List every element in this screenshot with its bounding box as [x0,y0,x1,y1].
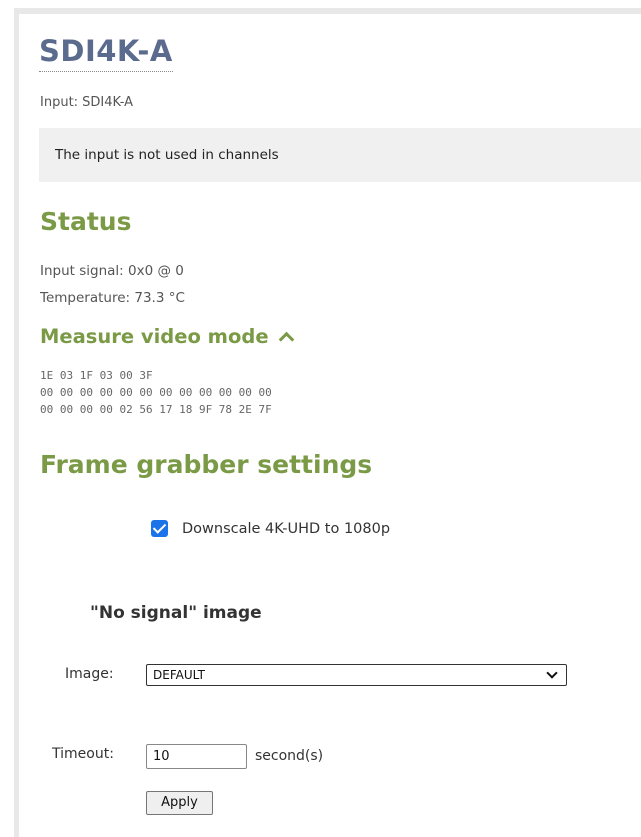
no-signal-heading: "No signal" image [90,603,262,623]
hex-line-3: 00 00 00 00 02 56 17 18 9F 78 2E 7F [40,403,272,416]
measure-video-mode-label: Measure video mode [40,325,269,348]
chevron-up-icon [278,331,294,348]
measure-video-mode-toggle[interactable]: Measure video mode [40,325,294,348]
downscale-checkbox[interactable] [151,520,168,537]
input-name: Input: SDI4K-A [40,95,133,110]
image-select[interactable]: DEFAULT [146,664,567,686]
timeout-label: Timeout: [52,746,114,762]
notice-text: The input is not used in channels [55,147,279,163]
hex-line-2: 00 00 00 00 00 00 00 00 00 00 00 00 [40,386,272,399]
frame-grabber-heading: Frame grabber settings [40,450,373,479]
timeout-input[interactable]: 10 [146,744,247,769]
image-select-value: DEFAULT [153,668,205,682]
input-signal-text: Input signal: 0x0 @ 0 [40,263,184,279]
hex-line-1: 1E 03 1F 03 00 3F [40,369,153,382]
downscale-label: Downscale 4K-UHD to 1080p [182,520,391,537]
temperature-text: Temperature: 73.3 °C [40,290,185,306]
timeout-unit: second(s) [255,748,324,764]
status-heading: Status [40,207,132,236]
downscale-option: Downscale 4K-UHD to 1080p [151,520,390,537]
chevron-down-icon [546,667,558,679]
notice-banner: The input is not used in channels [39,128,641,182]
page-title: SDI4K-A [39,32,173,72]
apply-button[interactable]: Apply [146,791,213,815]
image-label: Image: [65,666,114,682]
